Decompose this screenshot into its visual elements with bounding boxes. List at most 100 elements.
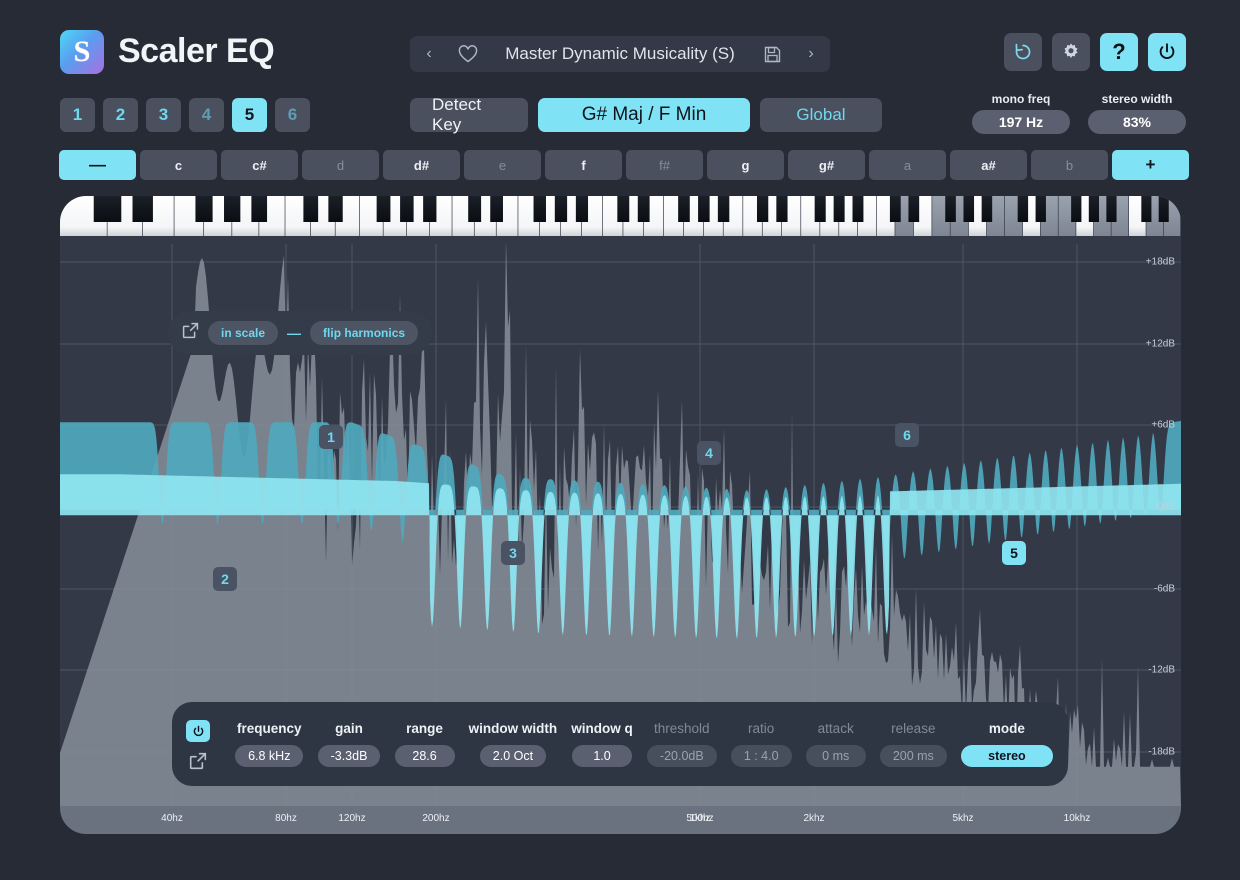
param-ratio-label: ratio [748,721,775,736]
note-button-all[interactable]: — [59,150,136,180]
band-marker-6[interactable]: 6 [895,423,919,447]
param-panel-left [172,702,228,786]
preset-name[interactable]: Master Dynamic Musicality (S) [488,44,752,64]
undo-icon [1015,43,1031,60]
note-button-ds[interactable]: d# [383,150,460,180]
param-mode-value[interactable]: stereo [960,745,1053,767]
preset-next-button[interactable]: › [792,36,830,72]
freq-tick-label: 40hz [161,813,183,824]
param-mode-label: mode [988,721,1025,736]
meters: mono freq 197 Hz stereo width 83% [972,92,1186,134]
db-tick-label: 0dB [1157,501,1175,513]
scale-button[interactable]: G# Maj / F Min [538,98,750,132]
question-icon: ? [1112,39,1126,64]
param-attack-value[interactable]: 0 ms [805,745,866,767]
reset-button[interactable] [1004,33,1042,71]
stereo-width-meter: stereo width 83% [1088,92,1186,134]
param-gain-label: gain [335,721,363,736]
band-marker-5[interactable]: 5 [1002,541,1026,565]
note-button-as[interactable]: a# [950,150,1027,180]
freq-tick-label: 5khz [952,813,974,824]
in-scale-chip[interactable]: in scale [208,321,279,345]
save-icon[interactable] [752,36,792,72]
power-icon [1159,43,1175,59]
note-button-g[interactable]: g [707,150,784,180]
key-controls: Detect Key G# Maj / F Min Global [410,95,882,134]
help-button[interactable]: ? [1100,33,1138,71]
app-logo: S [60,30,104,74]
band-button-3[interactable]: 3 [146,98,181,132]
power-button[interactable] [1148,33,1186,71]
db-tick-label: -6dB [1153,583,1175,595]
external-link-icon[interactable] [182,322,199,344]
param-gain: gain -3.3dB [317,721,381,767]
param-ratio-value[interactable]: 1 : 4.0 [730,745,792,767]
param-window-q-value[interactable]: 1.0 [572,745,633,767]
detect-key-button[interactable]: Detect Key [410,95,528,134]
band-selector: 1 2 3 4 5 6 [60,98,310,132]
db-tick-label: -18dB [1148,746,1175,758]
note-button-fs[interactable]: f# [626,150,703,180]
band-power-toggle[interactable] [186,720,210,742]
param-window-width-value[interactable]: 2.0 Oct [479,745,547,767]
settings-button[interactable] [1052,33,1090,71]
param-release-value[interactable]: 200 ms [879,745,947,767]
preset-prev-button[interactable]: ‹ [410,36,448,72]
piano-keys[interactable] [60,196,1181,244]
header: S Scaler EQ ‹ Master Dynamic Musicality … [0,0,1240,88]
freq-tick-label: 200hz [422,813,450,824]
stereo-width-label: stereo width [1101,92,1173,106]
db-tick-label: +18dB [1145,256,1175,268]
band-marker-1[interactable]: 1 [319,425,343,449]
add-note-button[interactable]: + [1112,150,1189,180]
header-actions: ? [1004,33,1186,71]
freq-tick-label: 10khz [1063,813,1091,824]
stereo-width-value[interactable]: 83% [1088,110,1186,134]
band-marker-4[interactable]: 4 [697,441,721,465]
freq-tick-label: 1khz [689,813,711,824]
note-button-f[interactable]: f [545,150,622,180]
param-range: range 28.6 [394,721,455,767]
param-range-label: range [406,721,443,736]
piano-keyboard[interactable] [60,196,1181,244]
band-marker-3[interactable]: 3 [501,541,525,565]
param-range-value[interactable]: 28.6 [394,745,455,767]
mono-freq-label: mono freq [991,92,1051,106]
param-window-q-label: window q [571,721,633,736]
frequency-axis: 40hz 80hz 120hz 200hz 500hz 1khz 2khz 5khz 10khz [60,806,1181,834]
band-button-2[interactable]: 2 [103,98,138,132]
note-button-cs[interactable]: c# [221,150,298,180]
note-button-a[interactable]: a [869,150,946,180]
note-button-e[interactable]: e [464,150,541,180]
param-frequency-label: frequency [236,721,302,736]
band-marker-2[interactable]: 2 [213,567,237,591]
heart-icon[interactable] [448,36,488,72]
flip-harmonics-chip[interactable]: flip harmonics [310,321,419,345]
param-threshold-label: threshold [654,721,710,736]
note-button-c[interactable]: c [140,150,217,180]
param-threshold-value[interactable]: -20.0dB [646,745,717,767]
param-attack: attack 0 ms [805,721,866,767]
global-button[interactable]: Global [760,98,882,132]
param-window-q: window q 1.0 [571,721,633,767]
db-tick-label: +6dB [1151,419,1175,431]
note-button-gs[interactable]: g# [788,150,865,180]
param-window-width: window width 2.0 Oct [469,721,557,767]
band-button-5[interactable]: 5 [232,98,267,132]
param-frequency-value[interactable]: 6.8 kHz [235,745,304,767]
freq-tick-label: 120hz [338,813,366,824]
logo-glyph: S [73,35,91,68]
mono-freq-value[interactable]: 197 Hz [972,110,1070,134]
band-button-6[interactable]: 6 [275,98,310,132]
param-gain-value[interactable]: -3.3dB [317,745,381,767]
band-button-4[interactable]: 4 [189,98,224,132]
scale-pill: in scale — flip harmonics [168,311,433,355]
app-title: Scaler EQ [118,32,275,70]
pill-separator: — [287,325,302,341]
band-button-1[interactable]: 1 [60,98,95,132]
note-button-d[interactable]: d [302,150,379,180]
note-button-b[interactable]: b [1031,150,1108,180]
freq-tick-label: 2khz [803,813,825,824]
db-tick-label: -12dB [1148,664,1175,676]
param-external-link-icon[interactable] [187,750,209,772]
